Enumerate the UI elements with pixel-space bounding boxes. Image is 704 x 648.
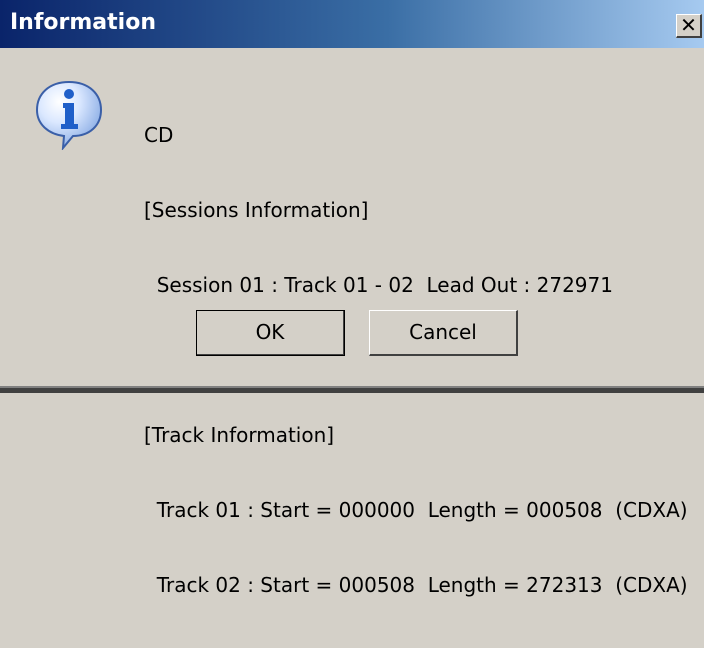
message-line: Track 02 : Start = 000508 Length = 27231… bbox=[144, 573, 688, 597]
message-line: Session 01 : Track 01 - 02 Lead Out : 27… bbox=[144, 273, 613, 297]
message-line: CD bbox=[144, 123, 174, 147]
message-line: [Sessions Information] bbox=[144, 198, 369, 222]
message-line: [Track Information] bbox=[144, 423, 335, 447]
window-bottom-border bbox=[0, 386, 704, 393]
information-dialog: Information ✕ CD [Sessions Information] … bbox=[0, 0, 704, 597]
message-line: Track 01 : Start = 000000 Length = 00050… bbox=[144, 498, 688, 522]
cancel-button[interactable]: Cancel bbox=[369, 310, 518, 356]
close-icon: ✕ bbox=[680, 13, 697, 37]
ok-button[interactable]: OK bbox=[196, 310, 345, 356]
title-bar[interactable]: Information ✕ bbox=[0, 0, 704, 48]
close-button[interactable]: ✕ bbox=[676, 14, 702, 38]
dialog-title: Information bbox=[10, 10, 156, 35]
info-icon bbox=[35, 80, 103, 150]
message-text: CD [Sessions Information] Session 01 : T… bbox=[144, 73, 688, 648]
